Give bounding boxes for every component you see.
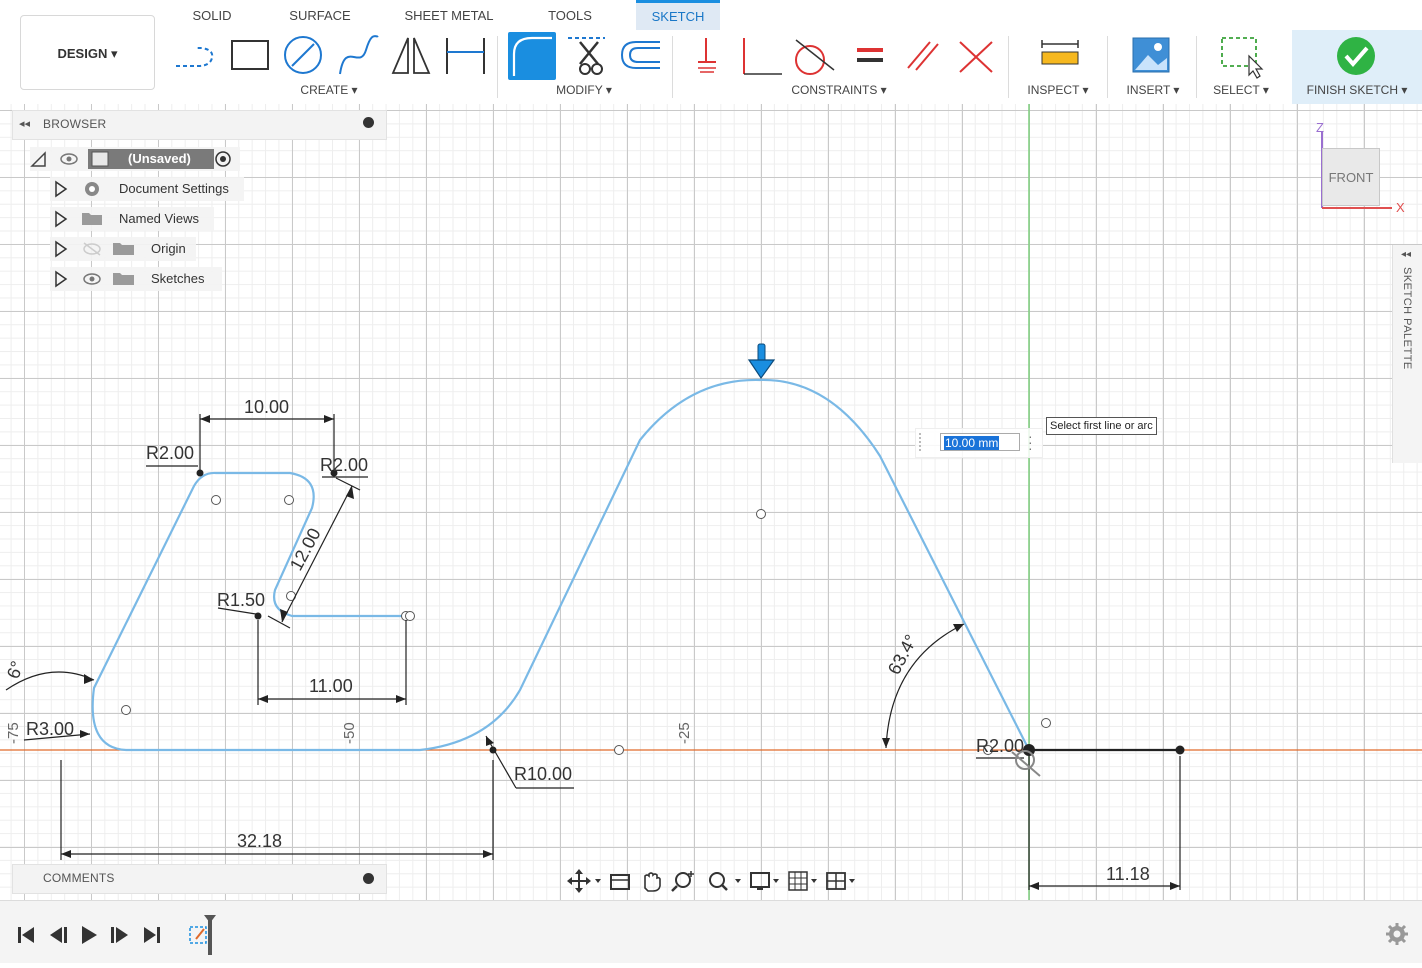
constraints-menu[interactable]: CONSTRAINTS ▾ (780, 83, 898, 97)
fillet-radius-value: 10.00 mm (944, 436, 1000, 450)
dim-angle-right[interactable]: 63.4° (884, 631, 921, 678)
browser-menu-icon[interactable] (363, 117, 374, 128)
svg-text:-50: -50 (341, 722, 358, 744)
sketch-profile[interactable] (91, 378, 1030, 752)
browser-item-sketches[interactable]: Sketches (50, 267, 222, 291)
create-menu[interactable]: CREATE ▾ (290, 83, 368, 97)
root-label[interactable]: (Unsaved) (128, 151, 191, 166)
dim-bottom-left[interactable]: 32.18 (237, 831, 282, 851)
more-options-icon[interactable]: · · · (1028, 429, 1033, 455)
expand-palette-icon[interactable]: ◂◂ (1401, 249, 1411, 260)
drag-handle-icon[interactable] (919, 433, 927, 451)
offset-icon[interactable] (620, 41, 660, 69)
parallel-icon[interactable] (907, 41, 939, 71)
comments-panel[interactable]: COMMENTS (12, 864, 387, 894)
zoom-icon[interactable] (671, 871, 694, 892)
go-to-start-icon[interactable] (18, 927, 34, 943)
sketch-palette-title: SKETCH PALETTE (1401, 267, 1413, 370)
dim-r-left-bottom[interactable]: R3.00 (26, 719, 74, 739)
sketch-points (121, 495, 1051, 755)
dim-r-right-bottom[interactable]: R2.00 (976, 736, 1024, 756)
dimension-lines (5, 414, 1181, 890)
dim-r-right-top[interactable]: R2.00 (320, 455, 368, 475)
dim-r-left-top[interactable]: R2.00 (146, 443, 194, 463)
dim-bottom-right[interactable]: 11.18 (1106, 864, 1150, 884)
browser-item-document-settings[interactable]: Document Settings (50, 177, 244, 201)
orbit-icon[interactable] (567, 869, 601, 893)
inspect-menu[interactable]: INSPECT ▾ (1020, 83, 1096, 97)
comments-title: COMMENTS (43, 871, 115, 885)
browser-panel[interactable]: ◂◂ BROWSER (12, 110, 387, 140)
spline-icon[interactable] (339, 35, 379, 75)
navigation-bar (567, 869, 855, 893)
measure-icon[interactable] (1041, 40, 1079, 65)
timeline-controls (18, 915, 216, 955)
dim-angle-left[interactable]: 6° (3, 658, 28, 681)
coincident-icon[interactable] (698, 38, 716, 73)
dim-r-fillet[interactable]: R10.00 (514, 764, 572, 784)
rectangle-icon[interactable] (231, 40, 269, 70)
dim-r-inner[interactable]: R1.50 (217, 590, 265, 610)
fillet-drag-arrow[interactable] (747, 343, 776, 380)
perpendicular-icon[interactable] (743, 38, 782, 75)
fillet-icon[interactable] (508, 32, 556, 80)
sketch-vertices (196, 469, 1185, 756)
dimension-arrows (61, 415, 1180, 890)
sketch-palette[interactable]: ◂◂ SKETCH PALETTE (1392, 245, 1422, 463)
line-icon[interactable] (176, 47, 214, 67)
browser-root-row[interactable]: (Unsaved) (30, 147, 240, 171)
pan-icon[interactable] (644, 872, 661, 892)
collapse-browser-icon[interactable]: ◂◂ (19, 117, 30, 130)
finish-sketch-button[interactable]: FINISH SKETCH ▾ (1296, 83, 1418, 97)
dimension-texts: 10.00 R2.00 R2.00 12.00 R1.50 11.00 6° R… (3, 397, 1150, 884)
grid-settings-icon[interactable] (788, 871, 817, 891)
display-settings-icon[interactable] (750, 872, 779, 890)
modify-menu[interactable]: MODIFY ▾ (545, 83, 623, 97)
collinear-icon[interactable] (959, 41, 993, 73)
add-comment-icon[interactable] (363, 873, 374, 884)
circle-icon[interactable] (284, 36, 322, 74)
finish-sketch-icon[interactable] (1337, 37, 1375, 75)
select-icon[interactable] (1221, 37, 1264, 79)
axis-x-label: X (1396, 200, 1405, 215)
tangent-icon[interactable] (795, 39, 835, 75)
sketch-dimension-icon[interactable] (446, 38, 485, 74)
sketch-timeline-icon[interactable] (189, 915, 216, 955)
axis-labels: -50 -25 -75 (5, 722, 693, 744)
equal-icon[interactable] (857, 48, 883, 62)
svg-text:-25: -25 (676, 722, 693, 744)
svg-text:-75: -75 (5, 722, 22, 744)
zoom-window-icon[interactable] (709, 872, 741, 891)
select-menu[interactable]: SELECT ▾ (1204, 83, 1278, 97)
trim-icon[interactable] (568, 37, 605, 75)
command-tooltip: Select first line or arc (1046, 417, 1157, 435)
mirror-icon[interactable] (391, 37, 431, 74)
folder-icon (55, 270, 134, 288)
step-forward-icon[interactable] (111, 927, 128, 943)
viewports-icon[interactable] (826, 872, 855, 890)
axis-z-label: Z (1316, 120, 1324, 135)
step-back-icon[interactable] (50, 927, 67, 943)
viewcube-face-label[interactable]: FRONT (1323, 149, 1379, 207)
viewcube[interactable]: FRONT (1322, 148, 1380, 206)
folder-icon (55, 210, 102, 228)
gear-icon (55, 180, 99, 198)
browser-item-origin[interactable]: Origin (50, 237, 196, 261)
dim-top-width[interactable]: 10.00 (244, 397, 289, 417)
look-at-icon[interactable] (610, 874, 630, 890)
insert-menu[interactable]: INSERT ▾ (1118, 83, 1188, 97)
go-to-end-icon[interactable] (144, 927, 160, 943)
timeline-settings-icon[interactable] (1385, 922, 1409, 946)
dim-inner-width[interactable]: 11.00 (309, 676, 353, 696)
insert-image-icon[interactable] (1132, 37, 1170, 73)
fillet-radius-widget: 10.00 mm ··· (915, 428, 1043, 458)
timeline (0, 900, 1422, 963)
browser-title: BROWSER (43, 117, 107, 131)
folder-icon (55, 240, 134, 258)
browser-item-named-views[interactable]: Named Views (50, 207, 214, 231)
play-icon[interactable] (82, 926, 97, 944)
